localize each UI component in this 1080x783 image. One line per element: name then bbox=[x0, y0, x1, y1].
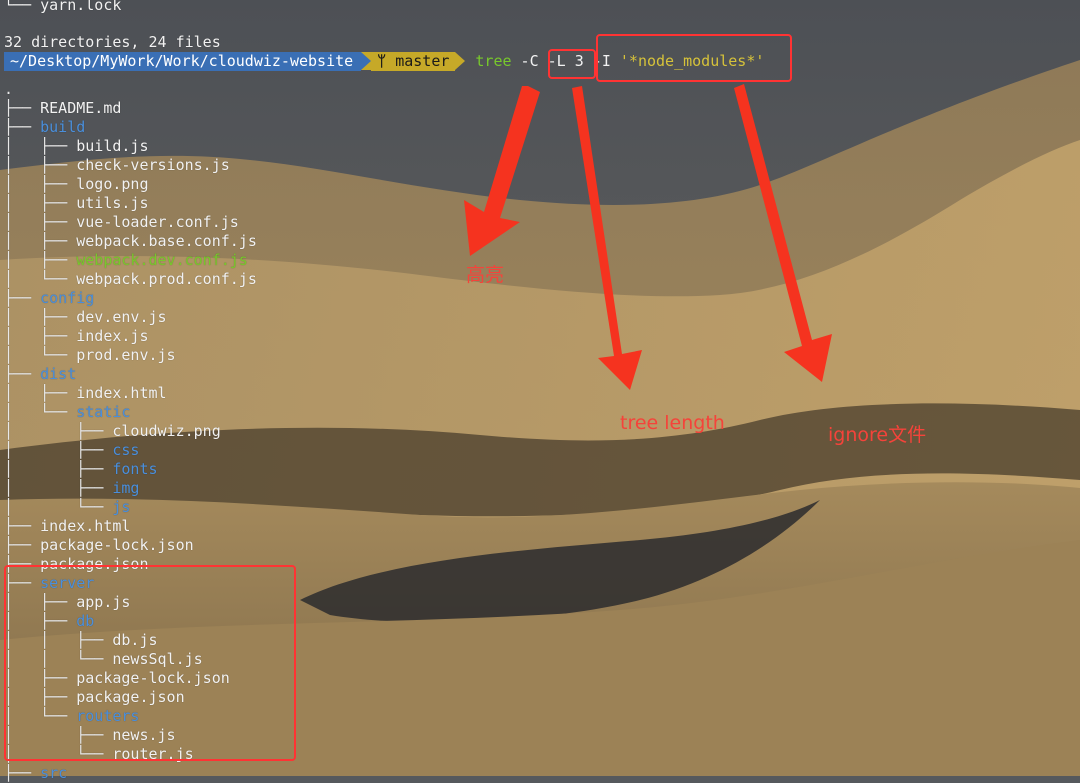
arrow-icon bbox=[464, 86, 540, 256]
arrow-icon bbox=[734, 84, 832, 382]
annotation-tree-length: tree length bbox=[620, 412, 725, 434]
annotation-highlight: 高亮 bbox=[466, 264, 505, 286]
arrow-icon bbox=[572, 86, 642, 390]
annotation-ignore: ignore文件 bbox=[828, 424, 927, 446]
annotation-arrows bbox=[464, 84, 832, 390]
